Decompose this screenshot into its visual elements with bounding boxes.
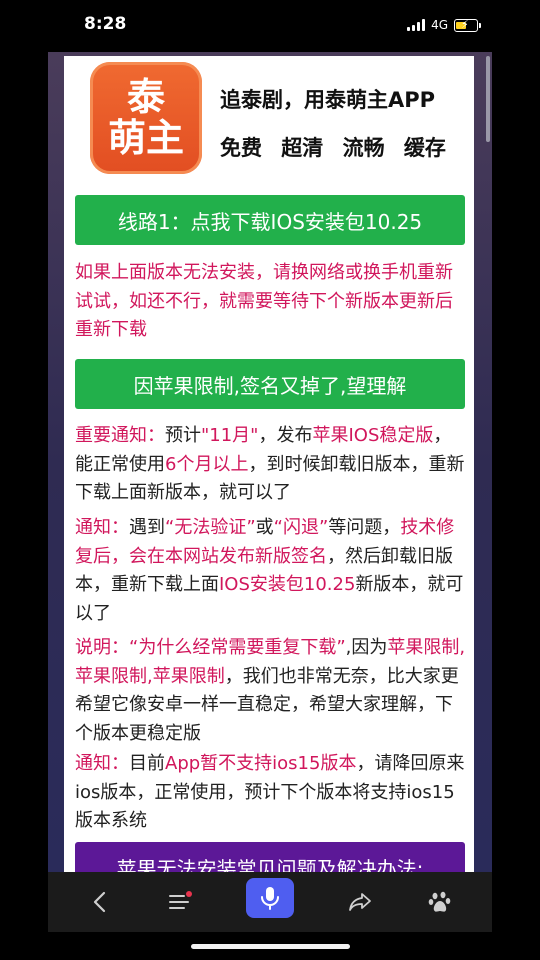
download-ios-button[interactable]: 线路1：点我下载IOS安装包10.25 — [75, 195, 465, 245]
retry-note: 如果上面版本无法安装，请换网络或换手机重新试试，如还不行，就需要等待下个新版本更… — [75, 262, 453, 340]
app-features: 免费 超清 流畅 缓存 — [220, 136, 446, 160]
sign-notice-button[interactable]: 因苹果限制,签名又掉了,望理解 — [75, 359, 465, 409]
browser-toolbar — [48, 872, 492, 932]
web-content[interactable]: 泰 萌主 追泰剧，用泰萌主APP 免费 超清 流畅 缓存 线路1：点我下载IOS… — [48, 52, 492, 872]
notice-verify-crash: 通知：遇到“无法验证”或“闪退”等问题，技术修复后，会在本网站发布新版签名，然后… — [75, 517, 464, 624]
baidu-button[interactable] — [420, 882, 460, 922]
battery-icon: ⚡ — [454, 18, 481, 32]
menu-icon — [169, 891, 192, 909]
share-button[interactable] — [340, 882, 380, 922]
status-icons: 4G ⚡ — [407, 18, 481, 32]
notice-explanation: 说明：“为什么经常需要重复下载”,因为苹果限制,苹果限制,苹果限制，我们也非常无… — [75, 637, 466, 744]
status-bar: 8:28 4G ⚡ — [0, 0, 540, 52]
network-label: 4G — [431, 18, 448, 32]
back-button[interactable] — [80, 882, 120, 922]
faq-button[interactable]: 苹果无法安装常见问题及解决办法: — [75, 842, 465, 872]
voice-search-button[interactable] — [246, 878, 294, 918]
scrollbar[interactable] — [486, 56, 490, 142]
app-logo: 泰 萌主 — [90, 62, 202, 174]
download-page: 泰 萌主 追泰剧，用泰萌主APP 免费 超清 流畅 缓存 线路1：点我下载IOS… — [64, 56, 474, 872]
microphone-icon — [261, 887, 279, 910]
app-slogan: 追泰剧，用泰萌主APP — [220, 88, 436, 112]
page-header: 泰 萌主 追泰剧，用泰萌主APP 免费 超清 流畅 缓存 — [64, 56, 474, 188]
home-indicator[interactable] — [191, 944, 350, 949]
share-icon — [349, 893, 371, 911]
status-time: 8:28 — [84, 14, 127, 34]
baidu-paw-icon — [428, 891, 451, 912]
signal-icon — [407, 19, 426, 31]
notice-stable-release: 重要通知：预计"11月"，发布苹果IOS稳定版，能正常使用6个月以上，到时候卸载… — [75, 425, 465, 503]
notice-ios15: 通知：目前App暂不支持ios15版本，请降回原来ios版本，正常使用，预计下个… — [75, 753, 465, 831]
chevron-left-icon — [93, 891, 106, 913]
menu-button[interactable] — [160, 882, 200, 922]
